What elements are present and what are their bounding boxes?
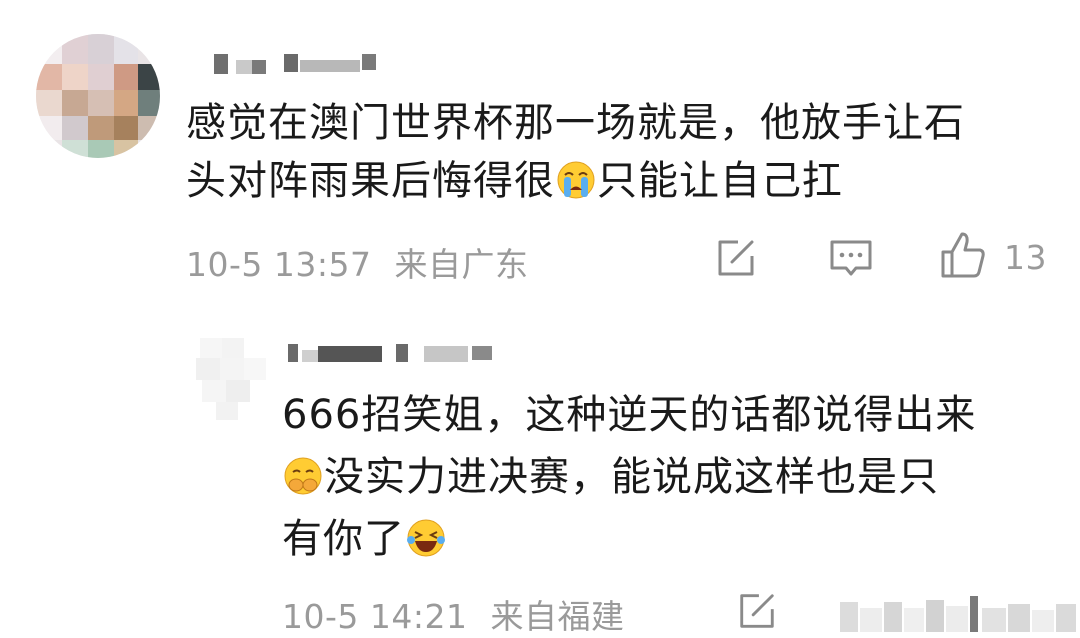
username-redacted[interactable]: [286, 340, 516, 366]
comment-text-segment: 头对阵雨果后悔得很: [186, 158, 555, 204]
comment-icon[interactable]: [828, 236, 874, 280]
username-redacted[interactable]: [186, 52, 406, 76]
crying-face-icon: [557, 161, 595, 199]
comment-body: 666招笑姐，这种逆天的话都说得出来 没实力进决赛，能说成这样也是只 有你了: [282, 384, 1062, 570]
comment-meta: 10-5 14:21 来自福建: [282, 590, 625, 638]
timestamp: 10-5 14:21: [282, 597, 468, 636]
comment-line: 头对阵雨果后悔得很 只能让自己扛: [186, 152, 1066, 210]
thumbs-up-icon[interactable]: [938, 230, 988, 280]
laughing-tears-face-icon: [407, 519, 445, 557]
comment-line: 有你了: [282, 508, 1062, 570]
timestamp: 10-5 13:57: [186, 245, 372, 284]
watermark-redacted: [840, 594, 1076, 634]
comment-text-segment: 没实力进决赛，能说成这样也是只: [324, 454, 939, 500]
comment-body: 感觉在澳门世界杯那一场就是，他放手让石 头对阵雨果后悔得很 只能让自己扛: [186, 94, 1066, 210]
covering-mouth-face-icon: [284, 457, 322, 495]
comment-text-segment: 有你了: [282, 516, 405, 562]
comment-meta: 10-5 13:57 来自广东: [186, 238, 529, 286]
location: 来自福建: [490, 597, 625, 636]
comment-text-segment: 只能让自己扛: [597, 158, 843, 204]
avatar[interactable]: [36, 34, 160, 158]
avatar[interactable]: [196, 338, 270, 422]
location: 来自广东: [394, 245, 529, 284]
share-icon[interactable]: [714, 236, 758, 280]
like-count: 13: [1004, 238, 1047, 277]
comment-line: 没实力进决赛，能说成这样也是只: [282, 446, 1062, 508]
comment-line: 感觉在澳门世界杯那一场就是，他放手让石: [186, 100, 965, 146]
share-icon[interactable]: [736, 590, 778, 632]
comment-line: 666招笑姐，这种逆天的话都说得出来: [282, 392, 977, 438]
